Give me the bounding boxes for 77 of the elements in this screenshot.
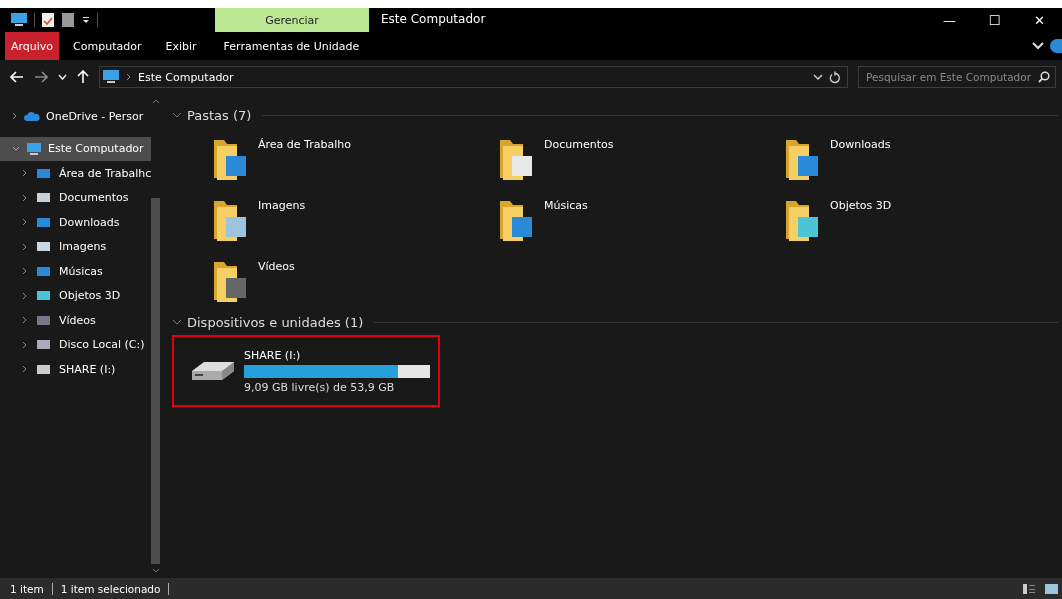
- tree-item[interactable]: Este Computador: [0, 136, 152, 161]
- tree-item[interactable]: Documentos: [0, 185, 152, 210]
- ribbon-tab[interactable]: Ferramentas de Unidade: [210, 32, 373, 60]
- tree-item[interactable]: Área de Trabalhc: [0, 161, 152, 186]
- drive-tile[interactable]: SHARE (I:) 9,09 GB livre(s) de 53,9 GB: [172, 335, 440, 407]
- chevron-down-icon[interactable]: [813, 73, 823, 81]
- item-icon: [36, 264, 51, 278]
- drive-icon: [190, 359, 236, 383]
- folder-label[interactable]: Imagens: [258, 195, 306, 212]
- chevron-right-icon[interactable]: [22, 169, 28, 178]
- tree-item[interactable]: Músicas: [0, 259, 152, 284]
- back-arrow-icon[interactable]: [10, 71, 24, 83]
- search-field[interactable]: Pesquisar em Este Computador: [858, 66, 1056, 88]
- folder-icon[interactable]: [61, 12, 75, 28]
- scrollbar-thumb[interactable]: [151, 198, 161, 564]
- chevron-right-icon[interactable]: [22, 316, 28, 325]
- chevron-right-icon[interactable]: [22, 340, 28, 349]
- chevron-right-icon[interactable]: [12, 112, 18, 121]
- folder-label[interactable]: Vídeos: [258, 256, 295, 273]
- item-icon: [36, 289, 51, 303]
- folder-label[interactable]: Documentos: [544, 134, 614, 151]
- forward-arrow-icon[interactable]: [34, 71, 48, 83]
- chevron-right-icon: [126, 73, 132, 81]
- chevron-right-icon[interactable]: [22, 218, 28, 227]
- item-icon: [36, 191, 51, 205]
- item-icon: [36, 362, 51, 376]
- group-header: Dispositivos e unidades (1): [187, 314, 364, 330]
- folder-label[interactable]: Downloads: [830, 134, 891, 151]
- search-icon: [1038, 71, 1050, 83]
- maximize-button[interactable]: ☐: [972, 8, 1017, 32]
- drive-free-space: 9,09 GB livre(s) de 53,9 GB: [244, 380, 396, 394]
- close-button[interactable]: ✕: [1017, 8, 1062, 32]
- address-field[interactable]: Este Computador: [99, 66, 848, 88]
- computer-icon: [102, 69, 120, 85]
- ribbon-tab[interactable]: Computador: [63, 32, 152, 60]
- item-icon: [36, 313, 51, 327]
- window-title: Este Computador: [380, 11, 487, 26]
- chevron-right-icon[interactable]: [22, 291, 28, 300]
- drive-label: SHARE (I:): [244, 348, 302, 362]
- tiles-view-icon[interactable]: [1044, 582, 1058, 595]
- ribbon-tab[interactable]: Exibir: [155, 32, 207, 60]
- item-icon: [36, 338, 51, 352]
- tree-item[interactable]: OneDrive - Persor: [0, 104, 152, 129]
- tree-item[interactable]: Vídeos: [0, 308, 152, 333]
- tree-item[interactable]: Disco Local (C:): [0, 332, 152, 357]
- tree-item[interactable]: Objetos 3D: [0, 283, 152, 308]
- properties-icon[interactable]: [41, 12, 55, 28]
- item-count: 1 item: [10, 582, 44, 595]
- item-icon: [36, 240, 51, 254]
- tree-item[interactable]: Downloads: [0, 210, 152, 235]
- context-tab-header: Gerenciar: [215, 8, 369, 32]
- minimize-button[interactable]: —: [927, 8, 972, 32]
- tree-item[interactable]: Imagens: [0, 234, 152, 259]
- folder-label[interactable]: Músicas: [544, 195, 588, 212]
- tree-item[interactable]: SHARE (I:): [0, 357, 152, 382]
- chevron-right-icon[interactable]: [22, 365, 28, 374]
- scroll-down-icon[interactable]: [151, 568, 160, 574]
- chevron-right-icon[interactable]: [22, 242, 28, 251]
- folder-label[interactable]: Objetos 3D: [830, 195, 892, 212]
- dropdown-icon[interactable]: [81, 15, 91, 25]
- selection-count: 1 item selecionado: [60, 582, 161, 595]
- item-icon: [36, 166, 51, 180]
- folder-label[interactable]: Área de Trabalho: [258, 134, 351, 151]
- address-path: Este Computador: [138, 70, 235, 84]
- cloud-icon: [24, 111, 40, 122]
- item-icon: [36, 215, 51, 229]
- computer-icon: [10, 12, 28, 28]
- scroll-up-icon[interactable]: [151, 98, 160, 104]
- details-view-icon[interactable]: [1022, 582, 1036, 595]
- chevron-right-icon[interactable]: [22, 193, 28, 202]
- computer-icon: [26, 141, 42, 156]
- ribbon-tab[interactable]: Arquivo: [5, 32, 60, 60]
- up-arrow-icon[interactable]: [77, 70, 89, 84]
- chevron-right-icon[interactable]: [22, 267, 28, 276]
- help-icon[interactable]: [1050, 39, 1062, 53]
- group-header: Pastas (7): [187, 107, 252, 123]
- refresh-icon[interactable]: [829, 70, 841, 84]
